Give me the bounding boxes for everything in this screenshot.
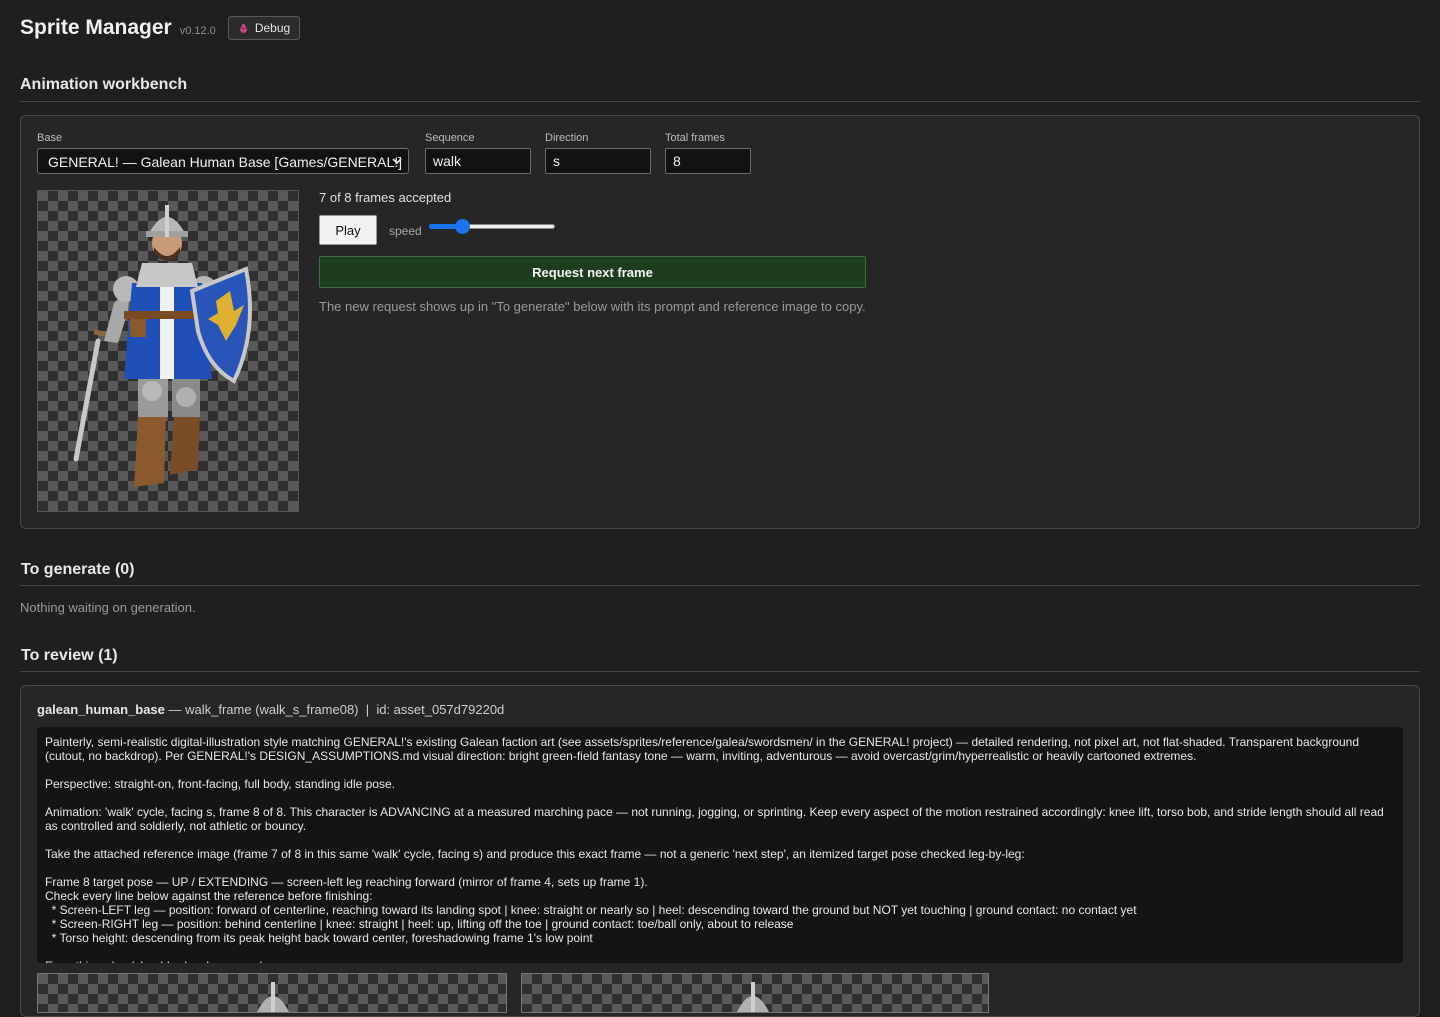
review-asset-detail: — walk_frame (walk_s_frame08) | id: asse… [164,702,505,717]
direction-label: Direction [545,132,589,144]
workbench-divider [20,101,1420,102]
prompt-text-box[interactable]: Painterly, semi-realistic digital-illust… [37,727,1403,963]
review-card-header: galean_human_base — walk_frame (walk_s_f… [37,702,504,717]
play-button[interactable]: Play [319,215,377,245]
prompt-paragraph: Frame 8 target pose — UP / EXTENDING — s… [45,875,1137,945]
total-frames-label: Total frames [665,132,725,144]
prompt-paragraph: Everything else (shoulder-level armor, .… [45,959,1395,963]
sprite-preview [37,190,299,512]
speed-slider-thumb[interactable] [454,219,470,234]
speed-label: speed [389,224,422,238]
debug-button[interactable]: Debug [227,16,301,40]
sequence-label: Sequence [425,132,475,144]
request-next-frame-button[interactable]: Request next frame [319,256,866,288]
app-title: Sprite Manager [20,16,172,39]
total-frames-input[interactable] [665,148,751,174]
knight-sprite [73,205,252,487]
chevron-down-icon [392,158,402,165]
base-select-value: GENERAL! — Galean Human Base [Games/GENE… [48,154,403,170]
app-header: Sprite Manager v0.12.0 Debug [20,16,301,40]
to-generate-empty: Nothing waiting on generation. [20,600,196,615]
sequence-input[interactable] [425,148,531,174]
bug-icon [238,23,248,33]
candidate-image [521,973,989,1013]
request-hint: The new request shows up in "To generate… [319,299,866,314]
candidate-sprite-helmet [737,982,769,1012]
prompt-paragraph: Painterly, semi-realistic digital-illust… [45,735,1363,763]
reference-sprite-helmet [257,982,289,1012]
to-generate-heading: To generate (0) [21,561,135,578]
workbench-panel: Base GENERAL! — Galean Human Base [Games… [20,115,1420,529]
debug-button-label: Debug [254,21,291,35]
base-label: Base [37,132,63,144]
to-generate-divider [20,585,1420,586]
to-review-divider [20,671,1420,672]
review-card: galean_human_base — walk_frame (walk_s_f… [20,685,1420,1017]
prompt-paragraph: Perspective: straight-on, front-facing, … [45,777,395,791]
app-version: v0.12.0 [179,25,216,37]
review-asset-name: galean_human_base [37,702,165,717]
direction-input[interactable] [545,148,651,174]
reference-image [37,973,507,1013]
to-review-heading: To review (1) [21,647,118,664]
prompt-paragraph: Animation: 'walk' cycle, facing s, frame… [45,805,1388,833]
workbench-heading: Animation workbench [20,76,188,93]
base-select[interactable]: GENERAL! — Galean Human Base [Games/GENE… [37,148,409,174]
frames-accepted-status: 7 of 8 frames accepted [319,190,452,205]
prompt-paragraph: Take the attached reference image (frame… [45,847,1025,861]
